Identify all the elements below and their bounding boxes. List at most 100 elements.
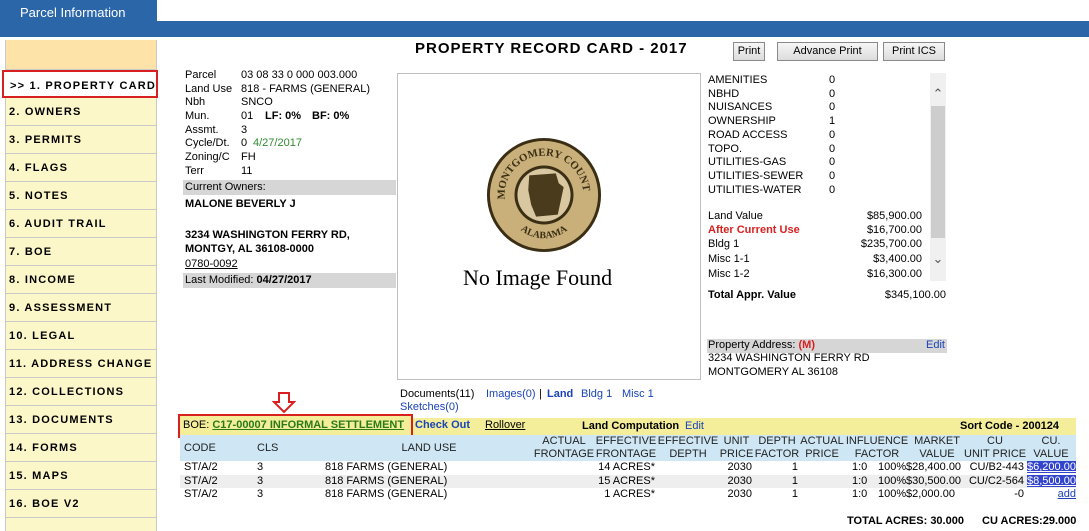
cell-eff-frontage: 14 ACRES* [598,461,655,473]
last-modified-label: Last Modified: [185,274,254,286]
parcel-label: Parcel [185,69,217,81]
total-acres: TOTAL ACRES: 30.000 [847,515,964,527]
sidebar-item-12[interactable]: 12. COLLECTIONS [6,378,156,406]
sketches-link[interactable]: Sketches(0) [400,401,459,413]
after-current-use-label: After Current Use [708,224,800,236]
amenity-label: ROAD ACCESS [708,128,788,141]
land-computation-label: Land Computation [582,420,680,432]
col-depth-factor: DEPTH FACTOR [754,435,800,460]
rollover-link[interactable]: Rollover [485,419,525,431]
assmt-label: Assmt. [185,124,219,136]
cell-cu-value[interactable]: add [1026,488,1076,500]
cell-land-use: 818 FARMS (GENERAL) [325,488,448,500]
amenity-label: TOPO. [708,142,743,155]
amenity-label: AMENITIES [708,74,768,86]
amenity-value: 0 [829,156,836,169]
misc12-row: Misc 1-2 $16,300.00 [708,268,922,280]
col-actual-price: ACTUAL PRICE [800,435,844,460]
cell-cu-value[interactable]: $6,200.00 [1027,461,1076,473]
amenity-value: 0 [829,87,836,100]
landuse-label: Land Use [185,83,233,95]
cell-depth-factor: 1 [791,488,798,500]
cycle-date: 4/27/2017 [253,137,302,149]
sidebar-item-6[interactable]: 6. AUDIT TRAIL [6,210,156,238]
amenity-value: 0 [829,128,836,141]
col-code: CODE [184,442,216,454]
sidebar-item-9[interactable]: 9. ASSESSMENT [6,294,156,322]
scrollbar-thumb[interactable] [931,106,945,238]
bldg1-link[interactable]: Bldg 1 [581,388,612,400]
scroll-down-icon[interactable]: ⌄ [930,251,946,267]
last-modified: Last Modified: 04/27/2017 [183,273,396,288]
property-address-line2: MONTGOMERY AL 36108 [708,366,839,378]
col-influence-factor: INFLUENCE FACTOR [845,435,909,460]
property-address-flag: (M) [798,339,816,351]
book-page-link[interactable]: 0780-0092 [185,258,238,270]
misc1-link[interactable]: Misc 1 [622,388,654,400]
check-out-link[interactable]: Check Out [415,419,470,431]
after-current-use-value: $16,700.00 [866,224,922,236]
scroll-up-icon[interactable]: ⌃ [930,86,946,102]
amenity-label: UTILITIES-SEWER [708,169,804,182]
col-actual-frontage: ACTUAL FRONTAGE [533,435,595,460]
sidebar-item-1[interactable]: >> 1. PROPERTY CARD [2,70,158,98]
sidebar-item-16[interactable]: 16. BOE V2 [6,490,156,518]
cell-pct: 100% [878,488,907,500]
terr-label: Terr [185,165,204,177]
amenity-value: 0 [829,169,836,182]
print-button[interactable]: Print [733,42,765,61]
landuse-value: 818 - FARMS (GENERAL) [241,83,370,95]
tab-parcel-information[interactable]: Parcel Information [0,0,157,26]
mun-value: 01 [241,110,254,122]
no-image-text: No Image Found [463,265,613,290]
col-cu-unit-price: CU UNIT PRICE [964,435,1027,460]
page-title: PROPERTY RECORD CARD - 2017 [415,40,688,57]
cell-unit-price: 2030 [727,488,752,500]
cell-land-use: 818 FARMS (GENERAL) [325,461,448,473]
land-computation-edit-link[interactable]: Edit [685,420,704,432]
documents-link[interactable]: Documents(11) [400,388,474,400]
sidebar-item-8[interactable]: 8. INCOME [6,266,156,294]
cell-cu-unit: -0 [1014,488,1024,500]
land-link[interactable]: Land [547,388,573,400]
sidebar-item-3[interactable]: 3. PERMITS [6,126,156,154]
cell-code: ST/A/2 [184,474,218,487]
cell-market-value: $2,000.00 [906,488,955,500]
cell-pct: 100% [878,461,907,473]
sidebar-item-4[interactable]: 4. FLAGS [6,154,156,182]
land-value-row: Land Value $85,900.00 [708,210,922,222]
cell-cu-value[interactable]: $8,500.00 [1027,474,1076,487]
last-modified-value: 04/27/2017 [256,274,312,286]
property-address-label: Property Address: [708,339,796,351]
print-ics-button[interactable]: Print ICS [883,42,945,61]
cell-cls: 3 [257,461,264,473]
land-value: $85,900.00 [866,210,922,222]
property-address-edit-link[interactable]: Edit [926,339,945,351]
sidebar-item-7[interactable]: 7. BOE [6,238,156,266]
cell-cls: 3 [257,488,264,500]
sidebar-item-10[interactable]: 10. LEGAL [6,322,156,350]
owner-address-line1: 3234 WASHINGTON FERRY RD, [185,229,350,241]
nbh-value: SNCO [241,96,273,108]
cell-depth-factor: 1 [791,461,798,473]
terr-value: 11 [241,165,253,177]
advance-print-button[interactable]: Advance Print [777,42,878,61]
lf-value: LF: 0% [265,110,302,122]
sidebar-item-5[interactable]: 5. NOTES [6,182,156,210]
sidebar-item-14[interactable]: 14. FORMS [6,434,156,462]
sidebar-item-13[interactable]: 13. DOCUMENTS [6,406,156,434]
after-current-use-row: After Current Use $16,700.00 [708,224,922,236]
boe-label: BOE: [183,419,210,431]
sidebar-item-2[interactable]: 2. OWNERS [6,98,156,126]
sidebar-item-11[interactable]: 11. ADDRESS CHANGE [6,350,156,378]
amenity-value: 0 [829,183,836,196]
bldg1-label: Bldg 1 [708,238,740,250]
images-link[interactable]: Images(0) [486,388,536,400]
total-appr-label: Total Appr. Value [708,289,797,301]
col-cls: CLS [257,442,279,454]
misc11-row: Misc 1-1 $3,400.00 [708,253,922,265]
cell-depth-factor: 1 [791,474,798,487]
nbh-label: Nbh [185,96,206,108]
sidebar-item-15[interactable]: 15. MAPS [6,462,156,490]
boe-link[interactable]: C17-00007 INFORMAL SETTLEMENT [212,419,404,431]
